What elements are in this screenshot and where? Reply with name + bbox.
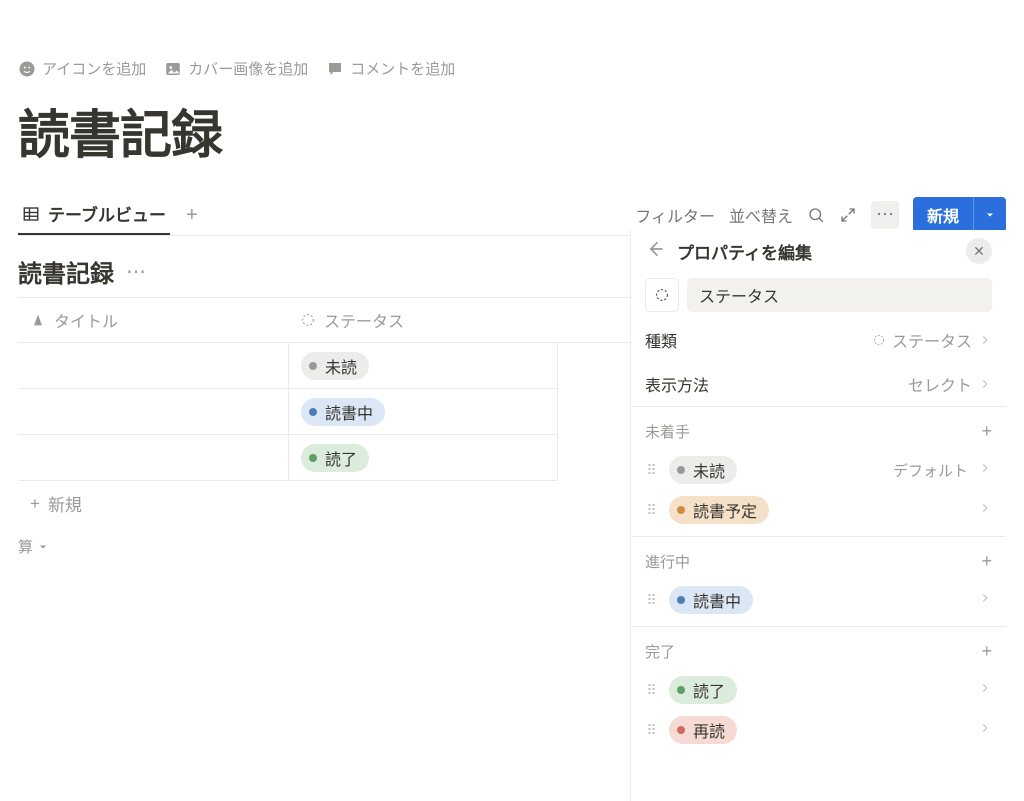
search-icon [807,206,825,224]
option-label: 読書中 [693,588,741,612]
option-label: 未読 [693,458,725,482]
cell-title[interactable] [18,389,288,435]
status-label: 読了 [325,446,357,470]
status-option[interactable]: ⠿ 読了 [631,670,1006,710]
chevron-right-icon [978,377,992,391]
status-label: 未読 [325,354,357,378]
cell-status[interactable]: 未読 [288,343,558,389]
group-name: 進行中 [645,551,690,572]
group-name: 未着手 [645,421,690,442]
add-option-button[interactable]: + [981,641,992,662]
chevron-down-icon [984,209,996,221]
view-tab-label: テーブルビュー [48,201,166,226]
status-icon [872,333,886,347]
property-icon-button[interactable] [645,278,679,312]
plus-icon: + [30,494,40,514]
cell-title[interactable] [18,343,288,389]
status-dot-icon [309,408,317,416]
cell-status[interactable]: 読了 [288,435,558,481]
panel-title: プロパティを編集 [677,239,954,264]
status-label: 読書中 [325,400,373,424]
database-menu-button[interactable]: ⋯ [126,259,148,284]
column-header-status[interactable]: ステータス [288,298,558,342]
status-dot-icon [677,726,685,734]
status-icon [300,312,316,328]
option-label: 読了 [693,678,725,702]
status-option[interactable]: ⠿ 読書予定 [631,490,1006,530]
add-option-button[interactable]: + [981,551,992,572]
status-dot-icon [677,596,685,604]
option-label: 再読 [693,718,725,742]
more-button[interactable]: ⋯ [871,201,899,229]
status-dot-icon [309,454,317,462]
text-icon [30,312,46,328]
comment-icon [326,60,344,78]
drag-handle-icon[interactable]: ⠿ [645,592,659,609]
add-comment-button[interactable]: コメントを追加 [326,58,455,79]
default-badge: デフォルト [893,460,968,481]
new-dropdown-button[interactable] [973,197,1006,233]
status-dot-icon [309,362,317,370]
status-icon [654,287,670,303]
chevron-right-icon [978,591,992,605]
dots-icon: ⋯ [876,204,894,225]
status-dot-icon [677,506,685,514]
filter-button[interactable]: フィルター [635,203,715,227]
cell-title[interactable] [18,435,288,481]
chevron-right-icon [978,721,992,735]
smile-icon [18,60,36,78]
status-option[interactable]: ⠿ 読書中 [631,580,1006,620]
drag-handle-icon[interactable]: ⠿ [645,722,659,739]
view-tab-table[interactable]: テーブルビュー [18,194,170,235]
property-name-input[interactable] [687,278,992,312]
status-option[interactable]: ⠿ 未読 デフォルト [631,450,1006,490]
new-button[interactable]: 新規 [913,197,973,233]
arrow-left-icon [645,239,665,259]
drag-handle-icon[interactable]: ⠿ [645,502,659,519]
search-button[interactable] [807,206,825,224]
database-title[interactable]: 読書記録 [18,254,114,289]
drag-handle-icon[interactable]: ⠿ [645,462,659,479]
close-button[interactable]: ✕ [966,238,992,264]
property-display-row[interactable]: 表示方法 セレクト [631,362,1006,406]
status-dot-icon [677,466,685,474]
status-group: 完了 + ⠿ 読了 ⠿ 再読 [631,626,1006,756]
status-option[interactable]: ⠿ 再読 [631,710,1006,750]
property-type-row[interactable]: 種類 ステータス [631,318,1006,362]
close-icon: ✕ [973,243,985,260]
chevron-right-icon [978,681,992,695]
chevron-right-icon [978,461,992,475]
back-button[interactable] [645,239,665,264]
status-dot-icon [677,686,685,694]
chevron-right-icon [978,501,992,515]
chevron-down-icon [37,541,49,553]
option-label: 読書予定 [693,498,757,522]
sort-button[interactable]: 並べ替え [729,203,793,227]
page-actions: アイコンを追加 カバー画像を追加 コメントを追加 [18,0,1006,79]
add-icon-button[interactable]: アイコンを追加 [18,58,146,79]
add-comment-label: コメントを追加 [350,58,455,79]
property-edit-panel: プロパティを編集 ✕ 種類 ステータス 表示方法 セレクト 未着手 + ⠿ [630,230,1006,801]
cell-status[interactable]: 読書中 [288,389,558,435]
group-name: 完了 [645,641,675,662]
status-group: 未着手 + ⠿ 未読 デフォルト ⠿ 読書予定 [631,406,1006,536]
drag-handle-icon[interactable]: ⠿ [645,682,659,699]
add-icon-label: アイコンを追加 [42,58,146,79]
expand-icon [839,206,857,224]
status-group: 進行中 + ⠿ 読書中 [631,536,1006,626]
add-cover-button[interactable]: カバー画像を追加 [164,58,308,79]
add-cover-label: カバー画像を追加 [188,58,308,79]
image-icon [164,60,182,78]
page-title[interactable]: 読書記録 [18,93,1006,168]
add-view-button[interactable]: + [180,203,204,227]
chevron-right-icon [978,333,992,347]
expand-button[interactable] [839,206,857,224]
add-option-button[interactable]: + [981,421,992,442]
table-icon [22,205,40,223]
column-header-title[interactable]: タイトル [18,298,288,342]
